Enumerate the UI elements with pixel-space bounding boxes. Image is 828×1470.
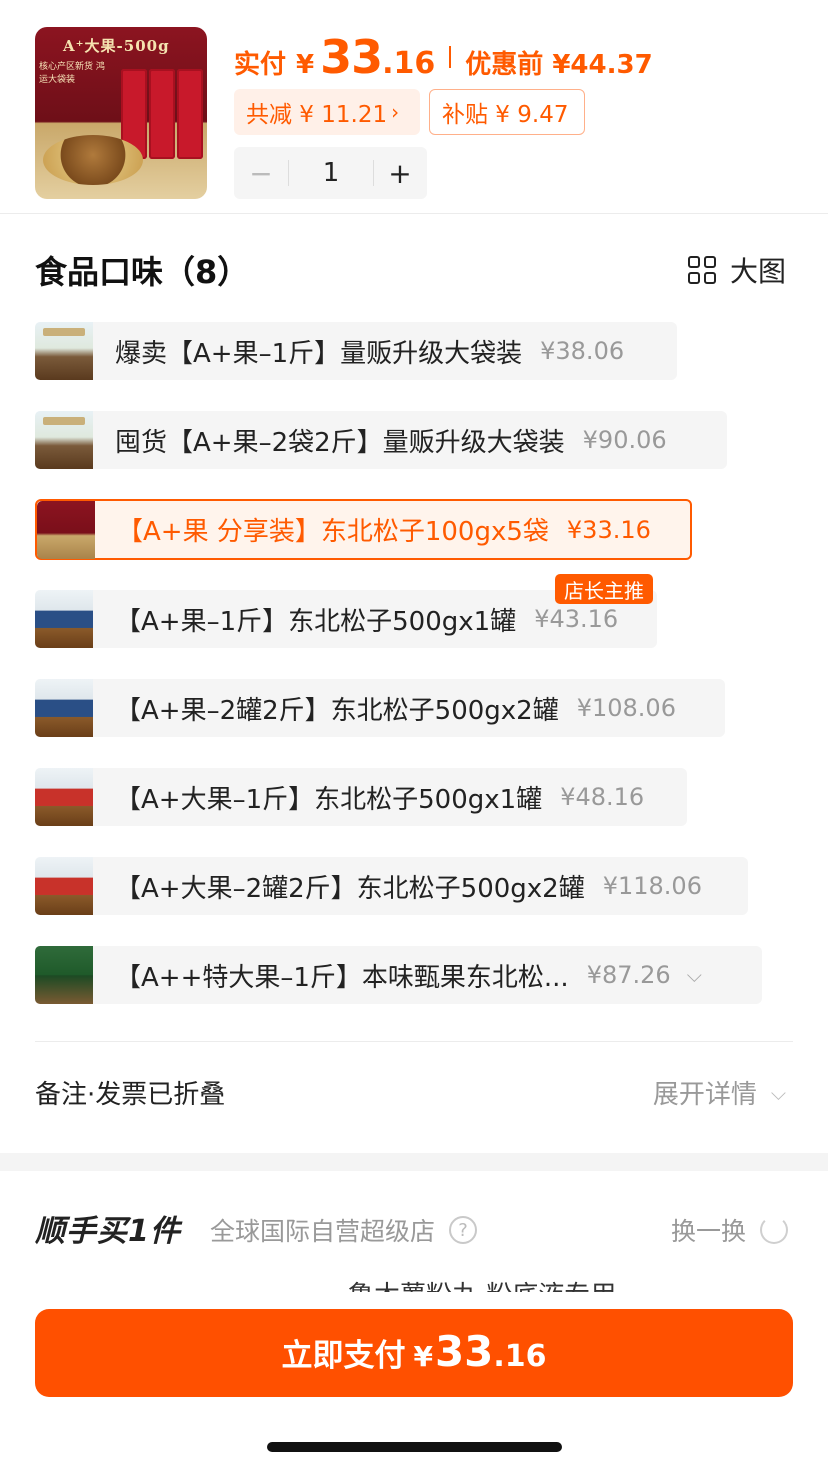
- flavor-option[interactable]: 【A++特大果–1斤】本味甄果东北松... ¥87.26 ⌵: [35, 946, 762, 1004]
- flavor-option[interactable]: 【A+大果–2罐2斤】东北松子500gx2罐 ¥118.06: [35, 857, 748, 915]
- expand-details-label: 展开详情: [652, 1080, 757, 1110]
- price-divider: [449, 46, 452, 68]
- addon-store-name: 全球国际自营超级店: [210, 1217, 436, 1246]
- big-image-view-label: 大图: [729, 255, 786, 288]
- divider: [35, 1041, 793, 1042]
- price-row: 实付 ¥ 33 .16 优惠前 ¥44.37: [234, 30, 653, 84]
- flavor-option-name: 【A+果–2罐2斤】东北松子500gx2罐: [115, 695, 559, 726]
- quantity-stepper[interactable]: − 1 +: [234, 147, 427, 199]
- flavor-thumbnail: [35, 857, 93, 915]
- refresh-icon: [760, 1216, 788, 1244]
- pay-currency: ¥: [413, 1340, 433, 1373]
- flavor-option-price: ¥33.16: [566, 515, 651, 544]
- pine-nut-plate-image: [43, 135, 143, 185]
- price-before-discount: 优惠前 ¥44.37: [465, 50, 653, 80]
- product-thumbnail[interactable]: A⁺大果-500g 核心产区新货 鸿运大袋装: [35, 27, 207, 199]
- flavor-option-name: 【A+果–1斤】东北松子500gx1罐: [115, 606, 517, 637]
- flavor-option[interactable]: 囤货【A+果–2袋2斤】量贩升级大袋装 ¥90.06: [35, 411, 727, 469]
- swap-button[interactable]: 换一换: [671, 1212, 788, 1248]
- product-bag-image: [177, 69, 203, 159]
- swap-label: 换一换: [670, 1217, 746, 1246]
- flavor-option-name: 【A+大果–1斤】东北松子500gx1罐: [115, 784, 543, 815]
- flavor-option-price: ¥48.16: [560, 783, 645, 811]
- flavor-thumbnail: [35, 590, 93, 648]
- chevron-right-icon: ›: [391, 100, 400, 124]
- flavor-thumbnail: [35, 946, 93, 1004]
- flavor-option-price: ¥43.16: [534, 605, 619, 633]
- decrease-quantity-button[interactable]: −: [234, 157, 288, 190]
- paid-currency: ¥: [296, 50, 315, 80]
- pay-now-button[interactable]: 立即支付 ¥ 33 .16: [35, 1309, 793, 1397]
- chevron-down-icon[interactable]: ⌵: [687, 963, 702, 987]
- flavor-option-price: ¥108.06: [576, 694, 676, 722]
- product-bag-image: [149, 69, 175, 159]
- quantity-value[interactable]: 1: [289, 158, 373, 188]
- flavor-option-price: ¥38.06: [540, 337, 625, 365]
- order-summary-header: A⁺大果-500g 核心产区新货 鸿运大袋装 实付 ¥ 33 .16 优惠前 ¥…: [0, 0, 828, 214]
- flavor-thumbnail: [35, 411, 93, 469]
- paid-label: 实付: [234, 50, 287, 80]
- section-separator: [0, 1153, 828, 1171]
- flavor-thumbnail: [35, 768, 93, 826]
- flavor-option-name: 囤货【A+果–2袋2斤】量贩升级大袋装: [115, 427, 565, 458]
- flavor-option[interactable]: 【A+大果–1斤】东北松子500gx1罐 ¥48.16: [35, 768, 687, 826]
- addon-title: 顺手买1件: [35, 1214, 181, 1249]
- pay-price-decimal: .16: [493, 1339, 547, 1374]
- home-indicator[interactable]: [267, 1442, 562, 1452]
- thumbnail-badge: A⁺大果-500g: [63, 37, 170, 55]
- pay-now-label: 立即支付: [281, 1338, 406, 1374]
- flavor-option[interactable]: 爆卖【A+果–1斤】量贩升级大袋装 ¥38.06: [35, 322, 677, 380]
- addon-store: 全球国际自营超级店 ?: [210, 1212, 478, 1248]
- flavor-option[interactable]: 【A+果–2罐2斤】东北松子500gx2罐 ¥108.06: [35, 679, 725, 737]
- subsidy-chip: 补贴 ¥ 9.47: [429, 89, 585, 135]
- store-recommend-tag: 店长主推: [555, 574, 653, 604]
- pay-price-integer: 33: [434, 1327, 494, 1376]
- flavor-thumbnail: [37, 500, 95, 559]
- chevron-down-icon: ⌵: [770, 1080, 786, 1105]
- flavor-option-name: 【A++特大果–1斤】本味甄果东北松...: [115, 962, 569, 993]
- addon-item-peek: 魯木薯粉丸 粉底液专用: [348, 1276, 616, 1292]
- total-reduction-text: 共减 ¥ 11.21: [246, 102, 388, 128]
- subsidy-text: 补贴 ¥ 9.47: [442, 102, 569, 128]
- flavor-section-title: 食品口味（8）: [35, 253, 250, 291]
- flavor-option-price: ¥90.06: [582, 426, 667, 454]
- expand-details-button[interactable]: 展开详情 ⌵: [653, 1074, 786, 1111]
- paid-price-decimal: .16: [382, 46, 436, 81]
- paid-price-integer: 33: [320, 30, 383, 84]
- flavor-option-price: ¥87.26: [586, 961, 671, 989]
- grid-view-icon: [687, 256, 716, 284]
- flavor-option-price: ¥118.06: [602, 872, 702, 900]
- flavor-option-name: 【A+大果–2罐2斤】东北松子500gx2罐: [115, 873, 585, 904]
- flavor-thumbnail: [35, 322, 93, 380]
- remark-invoice-label: 备注·发票已折叠: [35, 1080, 226, 1110]
- flavor-option-name: 【A+果 分享装】东北松子100gx5袋: [117, 517, 549, 547]
- flavor-option-selected[interactable]: 【A+果 分享装】东北松子100gx5袋 ¥33.16: [35, 499, 692, 560]
- total-reduction-chip[interactable]: 共减 ¥ 11.21 ›: [234, 89, 420, 135]
- big-image-view-button[interactable]: 大图: [687, 250, 786, 290]
- help-icon[interactable]: ?: [449, 1216, 478, 1244]
- increase-quantity-button[interactable]: +: [374, 157, 426, 190]
- flavor-option-name: 爆卖【A+果–1斤】量贩升级大袋装: [115, 338, 523, 369]
- thumbnail-tagline: 核心产区新货 鸿运大袋装: [39, 62, 105, 85]
- flavor-thumbnail: [35, 679, 93, 737]
